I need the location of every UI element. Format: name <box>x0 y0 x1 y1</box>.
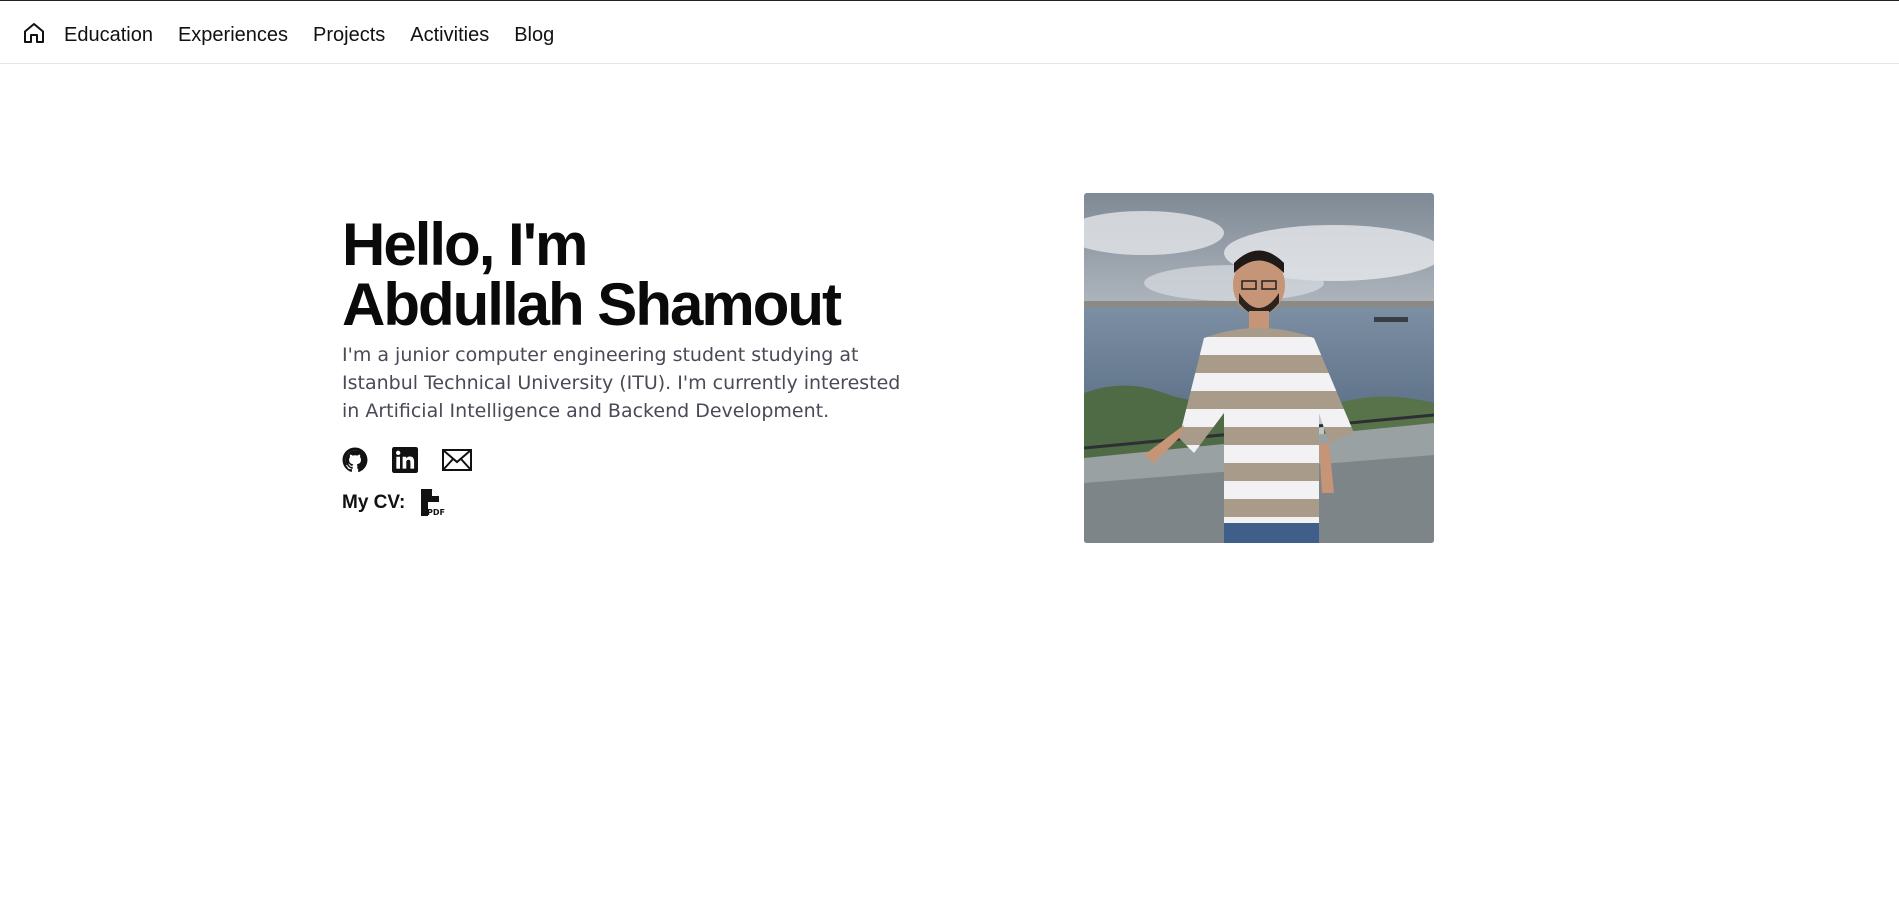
hero-title: Hello, I'm Abdullah Shamout <box>342 215 942 335</box>
email-link[interactable] <box>442 449 472 471</box>
linkedin-link[interactable] <box>392 447 418 473</box>
cv-row: My CV: PDF <box>342 489 942 517</box>
linkedin-icon <box>392 447 418 473</box>
cv-download-link[interactable]: PDF <box>419 489 447 517</box>
nav-item-projects[interactable]: Projects <box>313 21 385 49</box>
social-links <box>342 445 942 475</box>
pdf-file-icon: PDF <box>421 489 445 517</box>
home-icon <box>24 23 44 43</box>
github-link[interactable] <box>342 447 368 473</box>
navbar: Education Experiences Projects Activitie… <box>0 1 1899 64</box>
email-icon <box>442 449 472 471</box>
nav-menu: Education Experiences Projects Activitie… <box>64 21 579 49</box>
hero-name: Abdullah Shamout <box>342 271 842 338</box>
nav-item-activities[interactable]: Activities <box>410 21 489 49</box>
home-link[interactable] <box>22 21 46 45</box>
profile-photo <box>1084 193 1434 543</box>
nav-item-blog[interactable]: Blog <box>514 21 554 49</box>
nav-item-experiences[interactable]: Experiences <box>178 21 288 49</box>
github-icon <box>342 447 368 473</box>
hero-description: I'm a junior computer engineering studen… <box>342 344 901 422</box>
cv-label: My CV: <box>342 492 406 513</box>
hero-greeting: Hello, I'm <box>342 211 588 278</box>
hero-section: Hello, I'm Abdullah Shamout I'm a junior… <box>342 215 942 518</box>
svg-text:PDF: PDF <box>427 508 445 517</box>
profile-photo-image <box>1084 193 1434 543</box>
nav-item-education[interactable]: Education <box>64 21 153 49</box>
